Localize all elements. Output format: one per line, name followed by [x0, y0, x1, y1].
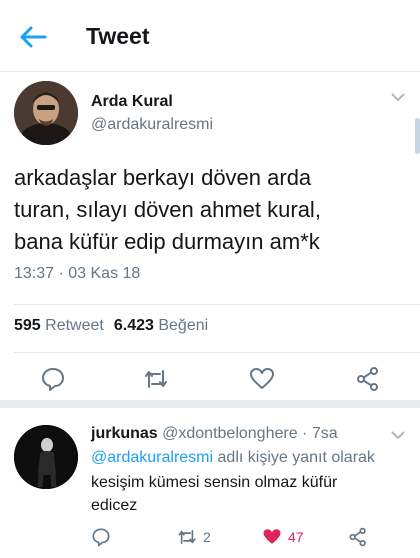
retweet-count: 595 — [14, 317, 41, 334]
reply-retweet-count: 2 — [203, 529, 211, 545]
avatar[interactable] — [14, 81, 78, 145]
reply-icon[interactable] — [40, 366, 66, 392]
back-arrow-icon[interactable] — [18, 22, 50, 52]
retweet-button[interactable]: 2 — [177, 526, 211, 548]
page-title: Tweet — [86, 23, 150, 49]
user-handle[interactable]: @ardakuralresmi — [91, 116, 213, 134]
reply-like-count: 47 — [288, 529, 304, 545]
like-label: Beğeni — [158, 317, 209, 334]
heart-icon[interactable] — [249, 366, 275, 392]
tweet-stats: 595 Retweet 6.423 Beğeni — [14, 317, 208, 335]
display-name[interactable]: Arda Kural — [91, 93, 173, 111]
reply-handle[interactable]: @xdontbelonghere — [162, 425, 297, 442]
retweet-stat[interactable]: 595 Retweet — [14, 317, 104, 334]
like-stat[interactable]: 6.423 Beğeni — [114, 317, 208, 334]
reply-icon[interactable] — [91, 526, 111, 548]
chevron-down-icon[interactable] — [390, 428, 406, 440]
tweet-text-line: turan, sılayı döven ahmet kural, — [14, 197, 321, 222]
reply-text-line: kesişim kümesi sensin olmaz küfür — [91, 474, 338, 491]
avatar[interactable] — [14, 425, 78, 489]
share-icon[interactable] — [355, 366, 381, 392]
tweet-text-line: bana küfür edip durmayın am*k — [14, 229, 320, 254]
replying-to-label: adlı kişiye yanıt olarak — [217, 449, 375, 466]
main-tweet: Arda Kural @ardakuralresmi arkadaşlar be… — [0, 72, 420, 408]
reply-time: · 7sa — [302, 425, 338, 442]
retweet-icon — [178, 530, 196, 544]
reply-text: kesişim kümesi sensin olmaz küfür edicez — [91, 471, 411, 517]
tweet-text: arkadaşlar berkayı döven arda turan, sıl… — [14, 162, 414, 258]
divider — [14, 352, 420, 353]
tweet-actions — [0, 366, 420, 398]
retweet-label: Retweet — [45, 317, 104, 334]
like-count: 6.423 — [113, 317, 154, 334]
heart-filled-icon — [263, 529, 281, 544]
replying-to: @ardakuralresmi adlı kişiye yanıt olarak — [91, 449, 375, 467]
retweet-icon[interactable] — [143, 366, 169, 392]
divider — [14, 304, 420, 305]
reply-header: jurkunas @xdontbelonghere · 7sa — [91, 425, 338, 443]
chevron-down-icon[interactable] — [390, 90, 406, 102]
reply-display-name[interactable]: jurkunas — [91, 425, 158, 442]
like-button[interactable]: 47 — [262, 526, 304, 548]
tweet-text-line: arkadaşlar berkayı döven arda — [14, 165, 312, 190]
reply-actions: 2 47 — [0, 526, 420, 550]
mention-link[interactable]: @ardakuralresmi — [91, 449, 213, 466]
reply-text-line: edicez — [91, 497, 138, 514]
top-bar: Tweet — [0, 0, 420, 72]
tweet-timestamp[interactable]: 13:37 · 03 Kas 18 — [14, 265, 140, 283]
reply-tweet[interactable]: jurkunas @xdontbelonghere · 7sa @ardakur… — [0, 408, 420, 558]
share-icon[interactable] — [348, 526, 368, 548]
